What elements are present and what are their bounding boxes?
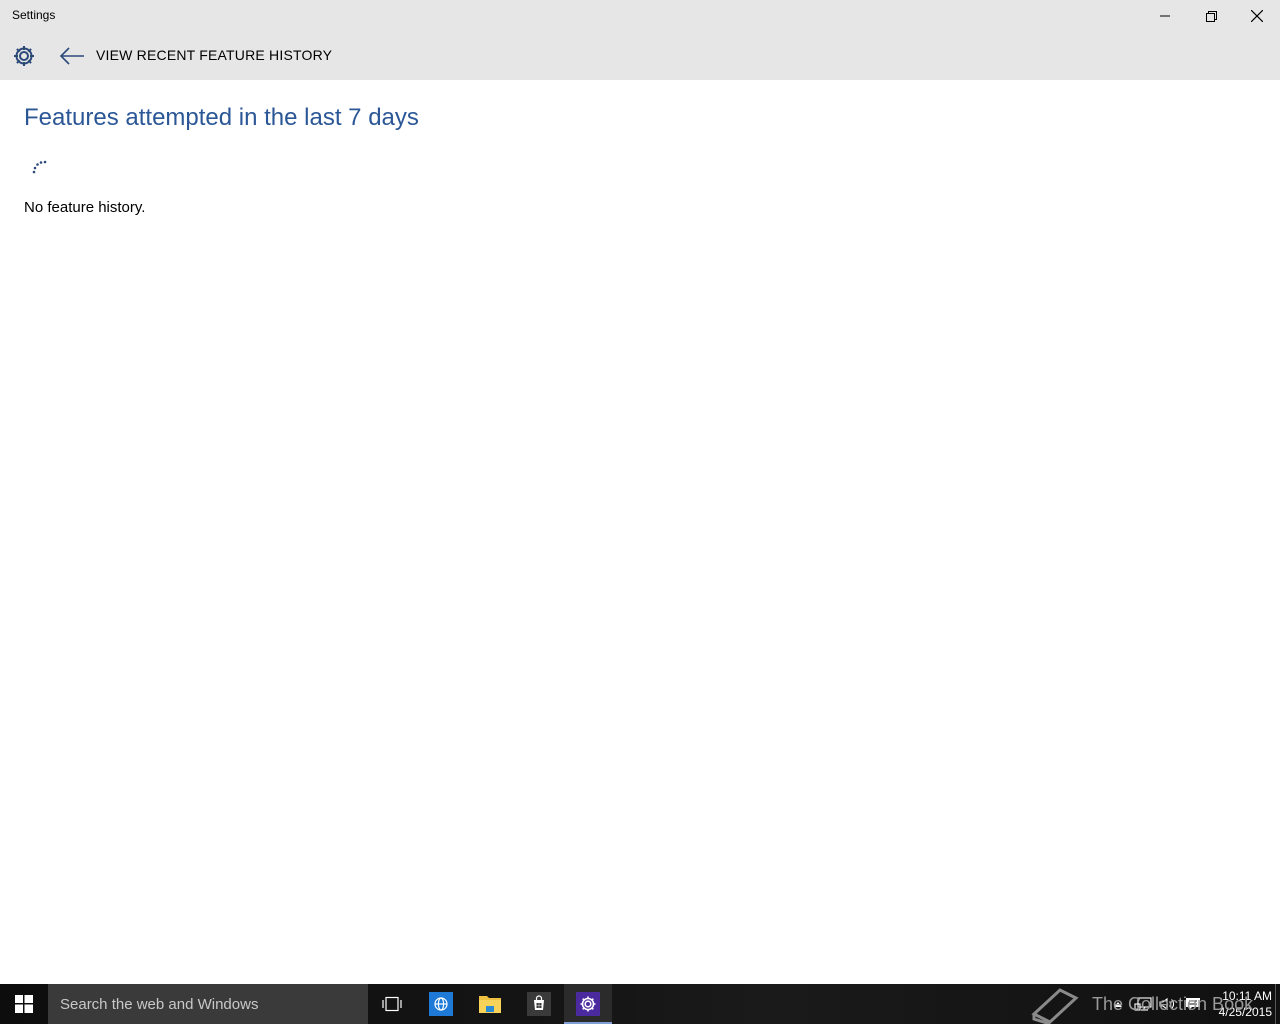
- close-button[interactable]: [1234, 0, 1280, 32]
- book-logo-icon: [1031, 988, 1079, 1024]
- file-explorer-icon: [479, 996, 501, 1013]
- loading-spinner-icon: [32, 160, 47, 174]
- internet-explorer-icon: [429, 992, 453, 1016]
- watermark-text: The Collection Book: [1092, 993, 1254, 1014]
- page-header: VIEW RECENT FEATURE HISTORY: [0, 32, 1280, 80]
- settings-taskbar-button[interactable]: [564, 984, 612, 1024]
- store-icon: [527, 992, 551, 1016]
- section-title: Features attempted in the last 7 days: [24, 104, 419, 131]
- back-arrow-icon[interactable]: [58, 44, 86, 68]
- windows-logo-icon: [15, 995, 33, 1013]
- empty-state-message: No feature history.: [24, 199, 146, 216]
- search-placeholder: Search the web and Windows: [60, 996, 259, 1013]
- start-button[interactable]: [0, 984, 48, 1024]
- search-box[interactable]: Search the web and Windows: [48, 984, 368, 1024]
- internet-explorer-button[interactable]: [417, 984, 465, 1024]
- watermark: The Collection Book: [1030, 984, 1253, 1024]
- settings-gear-icon: [576, 992, 600, 1016]
- gear-icon[interactable]: [12, 44, 36, 68]
- page-title: VIEW RECENT FEATURE HISTORY: [96, 47, 333, 63]
- file-explorer-button[interactable]: [466, 984, 514, 1024]
- task-view-button[interactable]: [368, 984, 416, 1024]
- title-bar: Settings: [0, 0, 1280, 32]
- store-button[interactable]: [515, 984, 563, 1024]
- restore-button[interactable]: [1188, 0, 1234, 32]
- app-title: Settings: [12, 8, 56, 22]
- minimize-icon: [1160, 15, 1170, 17]
- show-desktop-button[interactable]: [1275, 984, 1276, 1024]
- restore-icon: [1205, 10, 1217, 22]
- close-icon: [1251, 10, 1263, 22]
- task-view-icon: [382, 996, 402, 1012]
- minimize-button[interactable]: [1142, 0, 1188, 32]
